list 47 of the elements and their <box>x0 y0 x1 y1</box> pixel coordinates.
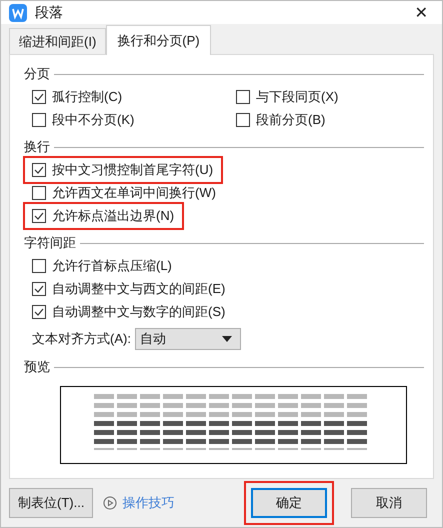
tab[interactable]: 换行和分页(P) <box>106 25 211 55</box>
option-label: 自动调整中文与西文的间距(E) <box>52 280 226 298</box>
checkbox[interactable] <box>32 209 46 223</box>
select-label: 文本对齐方式(A): <box>32 330 131 348</box>
option-label: 孤行控制(C) <box>52 88 122 106</box>
group-title: 字符间距 <box>24 234 76 252</box>
checkbox-option[interactable]: 与下段同页(X) <box>231 87 344 107</box>
checkbox[interactable] <box>32 90 46 104</box>
highlighted-option[interactable]: 允许标点溢出边界(N) <box>27 206 180 226</box>
option-label: 按中文习惯控制首尾字符(U) <box>52 161 214 179</box>
checkbox[interactable] <box>32 305 46 319</box>
checkbox-option[interactable]: 自动调整中文与数字的间距(S) <box>27 302 232 322</box>
group-title: 换行 <box>24 138 50 156</box>
checkbox-option[interactable]: 自动调整中文与西文的间距(E) <box>27 279 232 299</box>
checkbox[interactable] <box>236 113 250 127</box>
play-circle-icon <box>103 496 118 510</box>
option-label: 允许西文在单词中间换行(W) <box>52 184 216 202</box>
checkbox-option[interactable]: 段中不分页(K) <box>27 110 140 130</box>
option-label: 自动调整中文与数字的间距(S) <box>52 303 226 321</box>
checkbox[interactable] <box>32 186 46 200</box>
option-label: 与下段同页(X) <box>256 88 338 106</box>
checkbox-option[interactable]: 段前分页(B) <box>231 110 332 130</box>
option-label: 允许标点溢出边界(N) <box>52 207 174 225</box>
checkbox[interactable] <box>32 259 46 273</box>
checkbox[interactable] <box>32 113 46 127</box>
checkbox[interactable] <box>236 90 250 104</box>
dropdown-arrow-icon <box>222 336 232 342</box>
close-button[interactable]: ✕ <box>408 2 434 22</box>
checkbox-option[interactable]: 允许西文在单词中间换行(W) <box>27 183 222 203</box>
option-label: 允许行首标点压缩(L) <box>52 257 172 275</box>
app-logo-icon <box>9 4 27 22</box>
ok-button[interactable]: 确定 <box>251 488 327 518</box>
tab[interactable]: 缩进和间距(I) <box>9 28 106 54</box>
group-title: 预览 <box>24 358 50 376</box>
window-title: 段落 <box>35 4 64 22</box>
group-title: 分页 <box>24 65 50 83</box>
alignment-select[interactable]: 自动 <box>134 328 241 350</box>
option-label: 段前分页(B) <box>256 111 326 129</box>
checkbox[interactable] <box>32 282 46 296</box>
tips-link[interactable]: 操作技巧 <box>103 494 174 512</box>
checkbox-option[interactable]: 孤行控制(C) <box>27 87 128 107</box>
checkbox[interactable] <box>32 163 46 177</box>
checkbox-option[interactable]: 允许行首标点压缩(L) <box>27 256 178 276</box>
option-label: 段中不分页(K) <box>52 111 134 129</box>
tab-stops-button[interactable]: 制表位(T)... <box>9 488 94 518</box>
highlighted-option[interactable]: 按中文习惯控制首尾字符(U) <box>27 160 220 180</box>
cancel-button[interactable]: 取消 <box>351 488 427 518</box>
